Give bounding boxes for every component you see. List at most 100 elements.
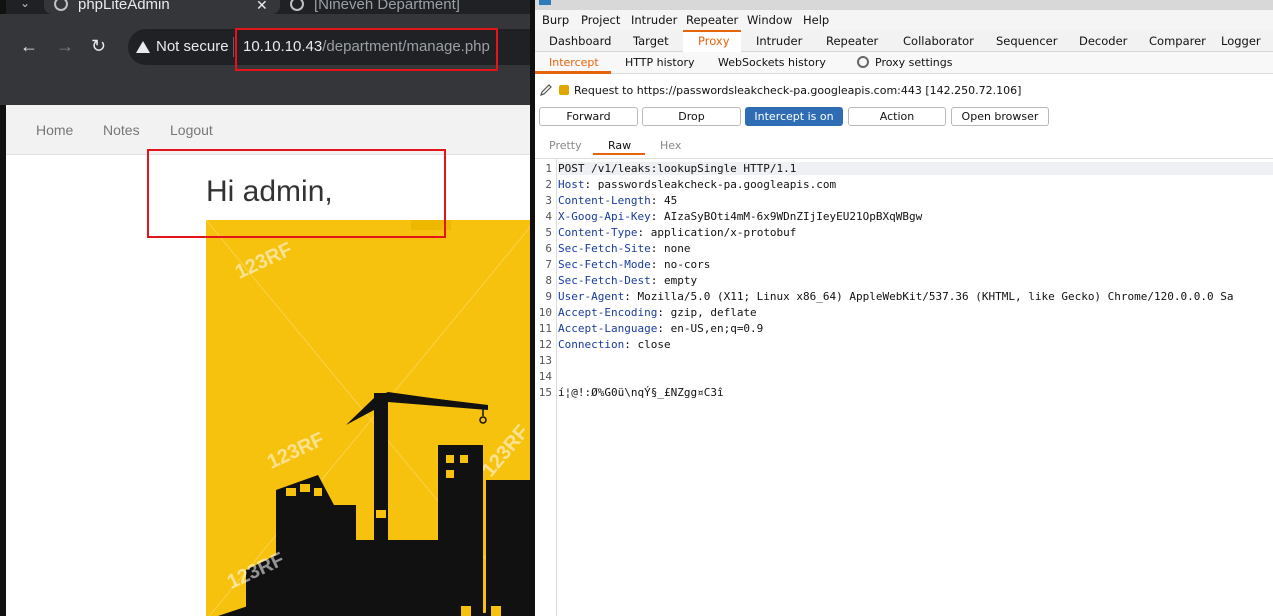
tab-logger[interactable]: Logger <box>1221 34 1261 48</box>
forward-arrow-icon[interactable]: → <box>56 36 74 56</box>
line-number: 11 <box>538 322 552 335</box>
header-name: X-Goog-Api-Key <box>558 210 651 223</box>
request-line[interactable]: Content-Length: 45 <box>558 194 677 207</box>
view-tab-raw[interactable]: Raw <box>608 139 631 152</box>
header-value: POST /v1/leaks:lookupSingle HTTP/1.1 <box>558 162 797 175</box>
line-number: 14 <box>538 370 552 383</box>
request-line[interactable]: Accept-Language: en-US,en;q=0.9 <box>558 322 763 335</box>
line-number-gutter: 1 2 3 4 5 6 7 8 9 10 11 12 13 14 15 <box>535 159 557 616</box>
bookmarks-bar <box>0 78 530 105</box>
browser-window: ⌄ phpLiteAdmin ✕ [Nineveh Department] ← … <box>0 0 530 616</box>
action-button[interactable]: Action <box>848 107 946 126</box>
header-value: : empty <box>650 274 698 287</box>
line-number: 7 <box>545 258 552 271</box>
menu-window[interactable]: Window <box>747 13 792 27</box>
warning-icon <box>136 40 150 53</box>
construction-illustration <box>206 220 530 616</box>
nav-home-link[interactable]: Home <box>36 122 73 138</box>
menu-help[interactable]: Help <box>803 13 829 27</box>
open-browser-button[interactable]: Open browser <box>951 107 1049 126</box>
line-number: 9 <box>545 290 552 303</box>
tab-collaborator[interactable]: Collaborator <box>903 34 974 48</box>
tab-list-chevron-icon[interactable]: ⌄ <box>20 0 30 10</box>
burp-logo-icon <box>539 0 551 5</box>
request-info-bar: Request to https://passwordsleakcheck-pa… <box>539 83 1021 97</box>
security-label: Not secure <box>156 38 229 55</box>
tab-intruder[interactable]: Intruder <box>756 34 802 48</box>
view-tab-hex[interactable]: Hex <box>660 139 681 152</box>
nav-notes-link[interactable]: Notes <box>103 122 140 138</box>
menu-burp[interactable]: Burp <box>542 13 569 27</box>
intercept-toggle-button[interactable]: Intercept is on <box>745 107 843 126</box>
header-value: : AIzaSyBOti4mM-6x9WDnZIjIeyEU21OpBXqWBg… <box>650 210 923 223</box>
header-value: : no-cors <box>650 258 711 271</box>
back-arrow-icon[interactable]: ← <box>20 36 38 56</box>
tab-proxy[interactable]: Proxy <box>698 34 730 48</box>
tab-nineveh-department[interactable]: [Nineveh Department] <box>280 0 530 14</box>
active-subtab-indicator <box>535 71 611 74</box>
line-number: 8 <box>545 274 552 287</box>
forward-button[interactable]: Forward <box>539 107 638 126</box>
pencil-icon[interactable] <box>539 83 553 97</box>
header-name: Connection <box>558 338 625 351</box>
line-number: 13 <box>538 354 552 367</box>
tab-comparer[interactable]: Comparer <box>1149 34 1206 48</box>
request-target: Request to https://passwordsleakcheck-pa… <box>574 83 1022 97</box>
globe-icon <box>54 0 68 11</box>
request-line[interactable]: Connection: close <box>558 338 671 351</box>
security-indicator[interactable]: Not secure <box>136 38 229 55</box>
gear-icon <box>857 56 869 68</box>
subtab-http-history[interactable]: HTTP history <box>625 56 694 69</box>
lock-icon <box>559 85 569 95</box>
address-separator <box>233 37 234 57</box>
header-name: Sec-Fetch-Site <box>558 242 651 255</box>
request-line[interactable]: í¦@!:Ø%G0ü\nqÝ§_£NZgg¤C3î <box>558 386 724 399</box>
line-number: 15 <box>538 386 552 399</box>
site-navbar: Home Notes Logout <box>6 105 530 155</box>
header-value: : en-US,en;q=0.9 <box>657 322 764 335</box>
request-line[interactable]: POST /v1/leaks:lookupSingle HTTP/1.1 <box>558 162 1273 175</box>
nav-logout-link[interactable]: Logout <box>170 122 213 138</box>
burp-menubar: Burp Project Intruder Repeater Window He… <box>535 10 1273 30</box>
reload-icon[interactable]: ↻ <box>91 36 106 56</box>
header-value: : Mozilla/5.0 (X11; Linux x86_64) AppleW… <box>624 290 1234 303</box>
header-name: Accept-Language <box>558 322 658 335</box>
menu-repeater[interactable]: Repeater <box>686 13 738 27</box>
tab-target[interactable]: Target <box>633 34 669 48</box>
proxy-settings-button[interactable]: Proxy settings <box>857 56 953 69</box>
line-number: 5 <box>545 226 552 239</box>
request-line[interactable]: X-Goog-Api-Key: AIzaSyBOti4mM-6x9WDnZIjI… <box>558 210 922 223</box>
tab-close-icon[interactable]: ✕ <box>256 0 268 14</box>
construction-image: 123RF 123RF 123RF 123RF <box>206 220 530 616</box>
menu-intruder[interactable]: Intruder <box>631 13 677 27</box>
header-name: Content-Type <box>558 226 638 239</box>
request-line[interactable]: Sec-Fetch-Dest: empty <box>558 274 697 287</box>
request-line[interactable]: Host: passwordsleakcheck-pa.googleapis.c… <box>558 178 836 191</box>
tab-title: phpLiteAdmin <box>78 0 170 13</box>
header-value: : passwordsleakcheck-pa.googleapis.com <box>584 178 837 191</box>
menu-project[interactable]: Project <box>581 13 620 27</box>
greeting-highlight-box <box>147 149 446 238</box>
header-value: : close <box>624 338 671 351</box>
request-line[interactable]: User-Agent: Mozilla/5.0 (X11; Linux x86_… <box>558 290 1234 303</box>
request-line[interactable]: Sec-Fetch-Site: none <box>558 242 690 255</box>
drop-button[interactable]: Drop <box>642 107 741 126</box>
tab-repeater[interactable]: Repeater <box>826 34 878 48</box>
request-editor[interactable]: 1 2 3 4 5 6 7 8 9 10 11 12 13 14 15 POST /v1/leaks:loo… <box>535 158 1273 616</box>
tab-decoder[interactable]: Decoder <box>1079 34 1127 48</box>
tab-title: [Nineveh Department] <box>314 0 460 13</box>
header-value: : 45 <box>650 194 678 207</box>
tab-sequencer[interactable]: Sequencer <box>996 34 1057 48</box>
subtab-intercept[interactable]: Intercept <box>549 56 599 69</box>
header-value: : gzip, deflate <box>657 306 757 319</box>
request-line[interactable]: Content-Type: application/x-protobuf <box>558 226 796 239</box>
url-highlight-box <box>235 28 498 71</box>
subtab-websockets-history[interactable]: WebSockets history <box>718 56 826 69</box>
line-number: 6 <box>545 242 552 255</box>
request-line[interactable]: Accept-Encoding: gzip, deflate <box>558 306 757 319</box>
view-tab-pretty[interactable]: Pretty <box>549 139 582 152</box>
request-line[interactable]: Sec-Fetch-Mode: no-cors <box>558 258 710 271</box>
tab-phpliteadmin[interactable]: phpLiteAdmin ✕ <box>44 0 280 14</box>
header-value: : none <box>650 242 691 255</box>
tab-dashboard[interactable]: Dashboard <box>549 34 611 48</box>
